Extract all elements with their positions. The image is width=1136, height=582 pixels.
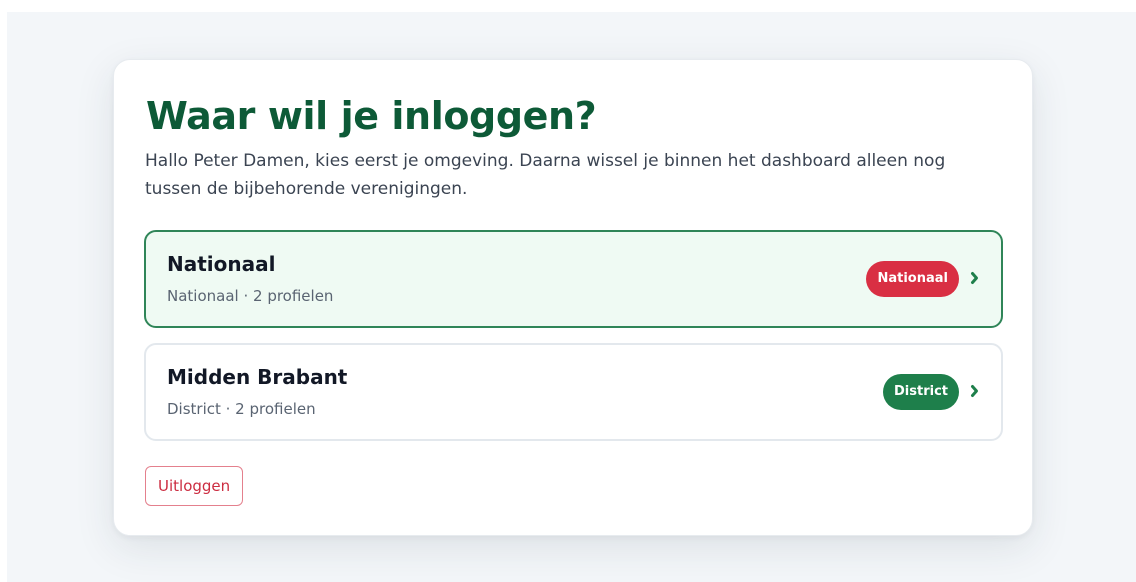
option-meta: Nationaal · 2 profielen bbox=[167, 287, 334, 305]
intro-text: Hallo Peter Damen, kies eerst je omgevin… bbox=[145, 151, 946, 199]
option-title: Nationaal bbox=[167, 252, 276, 276]
environment-select-card: Waar wil je inloggen? Hallo Peter Damen,… bbox=[113, 59, 1033, 536]
option-meta: District · 2 profielen bbox=[167, 400, 316, 418]
environment-option-nationaal[interactable]: Nationaal Nationaal · 2 profielen Nation… bbox=[144, 230, 1003, 328]
chevron-right-icon bbox=[971, 272, 978, 284]
page-title: Waar wil je inloggen? bbox=[146, 94, 597, 138]
option-badge-district: District bbox=[883, 374, 959, 410]
environment-option-midden-brabant[interactable]: Midden Brabant District · 2 profielen Di… bbox=[144, 343, 1003, 441]
option-title: Midden Brabant bbox=[167, 365, 348, 389]
chevron-right-icon bbox=[971, 385, 978, 397]
option-badge-nationaal: Nationaal bbox=[866, 261, 959, 297]
logout-button[interactable]: Uitloggen bbox=[145, 466, 244, 506]
